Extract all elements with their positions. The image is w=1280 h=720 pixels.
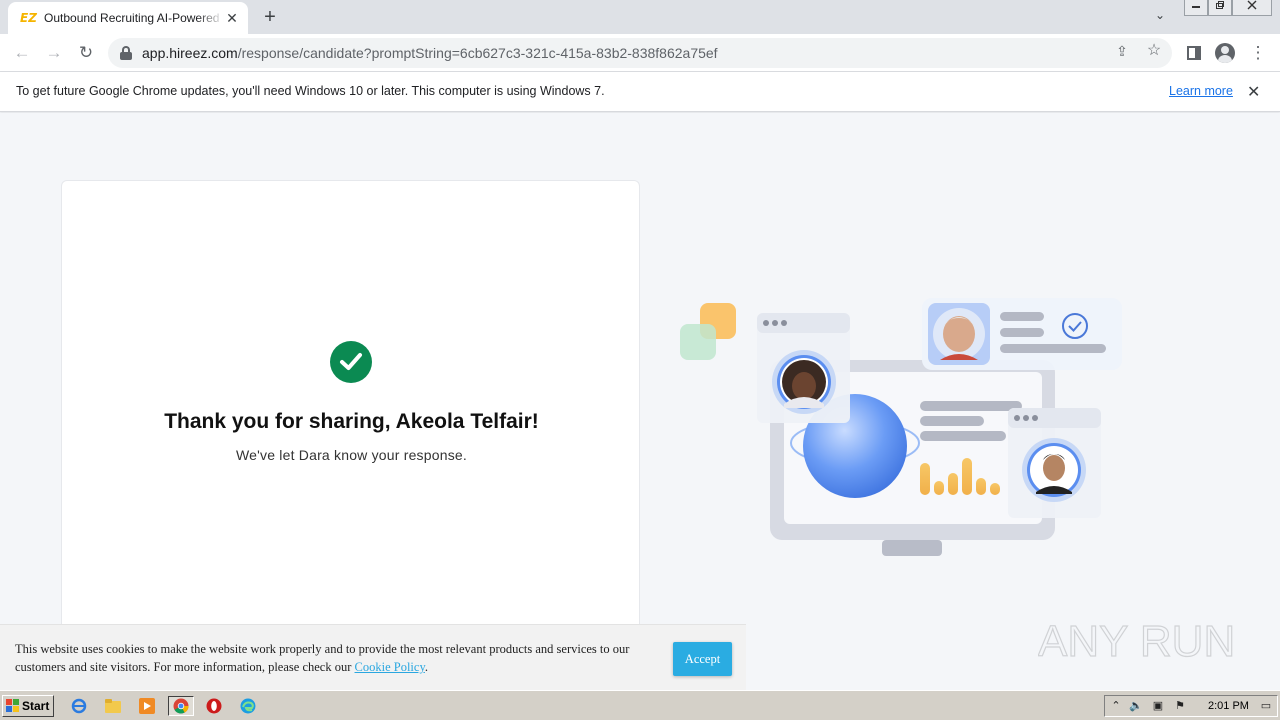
tab-title: Outbound Recruiting AI-Powered Platform … [44, 11, 224, 25]
browser-tab-active[interactable]: EZ Outbound Recruiting AI-Powered Platfo… [8, 2, 248, 34]
reload-button[interactable]: ↻ [74, 42, 98, 64]
chrome-menu-icon[interactable]: ⋮ [1247, 42, 1269, 64]
anyrun-watermark: ANY RUN [1038, 616, 1236, 666]
confirmation-subtitle: We've let Dara know your response. [236, 447, 467, 463]
minimize-window-button[interactable] [1184, 0, 1208, 16]
volume-icon[interactable]: 🔈 [1129, 699, 1143, 713]
browser-tab-strip: EZ Outbound Recruiting AI-Powered Platfo… [0, 0, 1280, 34]
browser-toolbar: ← → ↻ app.hireez.com/response/candidate?… [0, 34, 1280, 72]
watermark-text: ANY RUN [1038, 617, 1235, 666]
windows-flag-icon [6, 699, 20, 713]
profile-card-top-right [922, 298, 1122, 370]
windows-taskbar: Start ⌃ 🔈 ▣ ⚑ ▭ 2:01 PM [0, 690, 1280, 720]
learn-more-link[interactable]: Learn more [1169, 84, 1233, 98]
close-window-button[interactable] [1232, 0, 1272, 16]
success-check-icon [330, 341, 372, 383]
mini-bar-2 [934, 481, 944, 495]
confirmation-title: Thank you for sharing, Akeola Telfair! [164, 410, 539, 433]
internet-explorer-icon[interactable] [68, 696, 90, 716]
cookie-message: This website uses cookies to make the we… [15, 642, 630, 674]
cookie-text: This website uses cookies to make the we… [15, 640, 645, 676]
text-line-2 [920, 416, 984, 426]
update-infobar: To get future Google Chrome updates, you… [0, 72, 1280, 112]
mini-bar-5 [976, 478, 986, 495]
bookmark-star-icon[interactable]: ☆ [1145, 42, 1163, 60]
cookie-policy-link[interactable]: Cookie Policy [355, 660, 425, 674]
recruiting-illustration [680, 298, 1122, 556]
share-icon[interactable]: ⇪ [1113, 42, 1131, 60]
network-icon[interactable]: ▣ [1151, 699, 1165, 713]
cookie-banner: This website uses cookies to make the we… [0, 624, 746, 690]
infobar-close-icon[interactable]: ✕ [1247, 82, 1260, 102]
taskbar-clock[interactable]: 2:01 PM [1208, 700, 1249, 712]
text-line-3 [920, 431, 1006, 441]
chrome-taskbar-icon[interactable] [168, 696, 194, 716]
profile-avatar-icon[interactable] [1214, 42, 1236, 64]
accept-cookies-button[interactable]: Accept [673, 642, 732, 676]
opera-icon[interactable] [203, 696, 225, 716]
page-content: Thank you for sharing, Akeola Telfair! W… [0, 113, 1280, 690]
monitor-stand [882, 540, 942, 556]
show-desktop-icon[interactable]: ▭ [1259, 699, 1273, 713]
confirmation-card: Thank you for sharing, Akeola Telfair! W… [61, 180, 640, 650]
tab-search-icon[interactable]: ⌄ [1150, 8, 1170, 26]
start-label: Start [22, 699, 50, 713]
mini-bar-3 [948, 473, 958, 495]
action-center-flag-icon[interactable]: ⚑ [1173, 699, 1187, 713]
edge-icon[interactable] [237, 696, 259, 716]
tab-close-icon[interactable]: ✕ [224, 10, 240, 26]
back-button[interactable]: ← [10, 42, 34, 64]
system-tray: ⌃ 🔈 ▣ ⚑ ▭ [1104, 695, 1278, 717]
hireez-favicon-icon: EZ [20, 11, 37, 25]
forward-button[interactable]: → [42, 42, 66, 64]
profile-card-bottom-right [1008, 408, 1101, 518]
text-line-1 [920, 401, 1022, 411]
restore-window-button[interactable] [1208, 0, 1232, 16]
infobar-message: To get future Google Chrome updates, you… [16, 84, 605, 98]
url-host: app.hireez.com [142, 45, 238, 61]
profile-card-left [757, 313, 850, 423]
file-explorer-icon[interactable] [102, 696, 124, 716]
decor-square-green [680, 324, 716, 360]
mini-bar-6 [990, 483, 1000, 495]
mini-bar-4 [962, 458, 972, 495]
lock-icon[interactable] [120, 46, 132, 60]
tray-expand-icon[interactable]: ⌃ [1109, 699, 1123, 713]
media-player-icon[interactable] [136, 696, 158, 716]
side-panel-icon[interactable] [1183, 42, 1205, 64]
mini-bar-1 [920, 463, 930, 495]
start-button[interactable]: Start [2, 695, 54, 717]
address-bar[interactable]: app.hireez.com/response/candidate?prompt… [108, 38, 1172, 68]
cookie-message-end: . [424, 660, 429, 674]
new-tab-button[interactable]: + [258, 6, 282, 28]
url-path: /response/candidate?promptString=6cb627c… [237, 45, 718, 61]
